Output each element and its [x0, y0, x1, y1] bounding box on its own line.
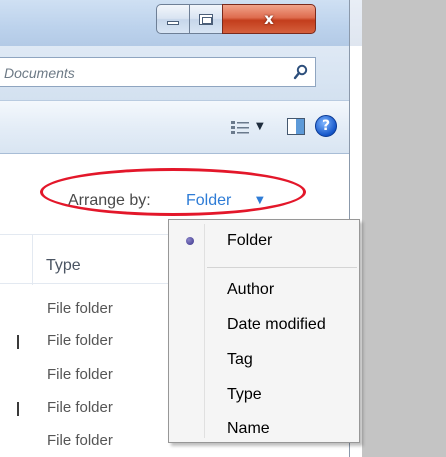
maximize-icon: [199, 13, 213, 25]
row-type: File folder: [47, 399, 113, 416]
menu-item-label: Name: [227, 420, 270, 437]
menu-item-date-modified[interactable]: Date modified: [171, 310, 357, 340]
preview-pane-icon[interactable]: [287, 118, 305, 135]
minimize-button[interactable]: [156, 4, 190, 34]
search-placeholder: Documents: [4, 65, 75, 81]
row-type: File folder: [47, 300, 113, 317]
views-dropdown-arrow-icon[interactable]: ▼: [256, 121, 264, 132]
menu-item-label: Folder: [227, 232, 273, 249]
menu-item-tag[interactable]: Tag: [171, 345, 357, 375]
column-header-type[interactable]: Type: [46, 257, 81, 275]
search-input[interactable]: Documents: [0, 57, 316, 87]
minimize-icon: [167, 21, 179, 25]
menu-item-name[interactable]: Name: [171, 414, 357, 444]
menu-separator: [207, 267, 357, 268]
close-button[interactable]: x: [222, 4, 316, 34]
menu-item-label: Type: [227, 386, 262, 403]
menu-item-folder[interactable]: Folder: [171, 226, 357, 256]
menu-item-author[interactable]: Author: [171, 275, 357, 305]
row-type: File folder: [47, 366, 113, 383]
radio-bullet-icon: [186, 237, 194, 245]
address-row: Documents: [0, 46, 349, 100]
arrange-by-menu: Folder Author Date modified Tag Type Nam…: [168, 219, 360, 443]
search-icon[interactable]: [293, 64, 309, 80]
row-type: File folder: [47, 432, 113, 449]
command-toolbar: ▼ ?: [0, 100, 349, 154]
menu-item-label: Date modified: [227, 316, 326, 333]
help-icon[interactable]: ?: [315, 115, 337, 137]
menu-item-label: Author: [227, 281, 275, 298]
row-type: File folder: [47, 332, 113, 349]
views-icon[interactable]: [231, 121, 249, 135]
maximize-button[interactable]: [189, 4, 223, 34]
menu-item-type[interactable]: Type: [171, 380, 357, 410]
highlight-annotation-ellipse: [40, 168, 306, 216]
column-divider[interactable]: [32, 235, 33, 285]
row-name-fragment: [17, 335, 19, 349]
desktop-background-right: [362, 0, 446, 457]
row-name-fragment: [17, 402, 19, 416]
title-bar[interactable]: x: [0, 0, 349, 46]
close-icon: x: [264, 10, 274, 28]
menu-item-label: Tag: [227, 351, 253, 368]
